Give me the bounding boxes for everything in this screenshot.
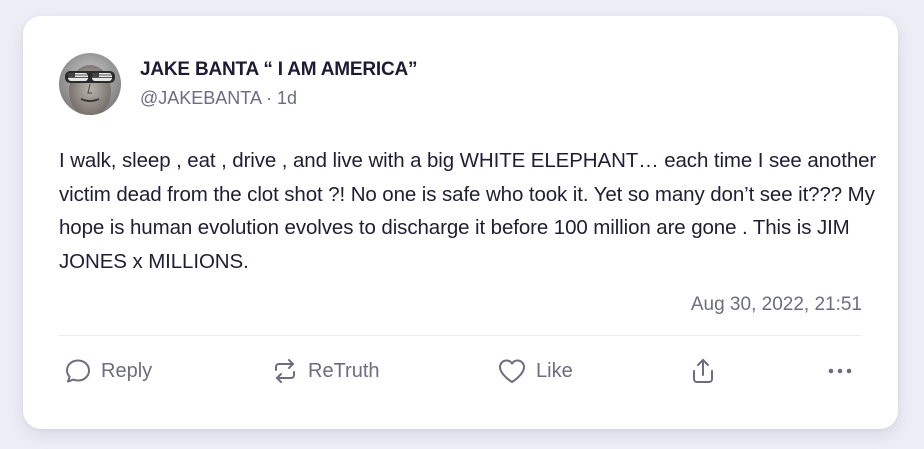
like-button[interactable]: Like	[497, 356, 573, 386]
post-card: JAKE BANTA “ I AM AMERICA” @JAKEBANTA · …	[23, 16, 898, 429]
avatar-image	[59, 53, 121, 115]
heart-icon	[497, 357, 527, 385]
repost-arrows-icon	[271, 357, 299, 385]
retruth-button[interactable]: ReTruth	[271, 356, 380, 386]
display-name[interactable]: JAKE BANTA “ I AM AMERICA”	[140, 59, 418, 81]
reply-label: Reply	[101, 359, 153, 382]
reply-button[interactable]: Reply	[64, 356, 152, 386]
separator-dot: ·	[260, 88, 277, 108]
handle[interactable]: @JAKEBANTA	[140, 88, 261, 108]
share-upload-icon	[689, 357, 717, 385]
divider	[59, 335, 862, 336]
avatar[interactable]	[59, 53, 121, 115]
speech-bubble-icon	[64, 357, 92, 385]
ellipsis-icon	[825, 357, 855, 385]
post-age: 1d	[276, 88, 298, 108]
share-button[interactable]	[689, 356, 717, 386]
post-body: I walk, sleep , eat , drive , and live w…	[59, 149, 877, 273]
post-timestamp: Aug 30, 2022, 21:51	[690, 294, 862, 315]
like-label: Like	[536, 359, 573, 382]
handle-line: @JAKEBANTA · 1d	[140, 88, 297, 109]
retruth-label: ReTruth	[308, 359, 380, 382]
more-options-button[interactable]	[825, 356, 855, 386]
